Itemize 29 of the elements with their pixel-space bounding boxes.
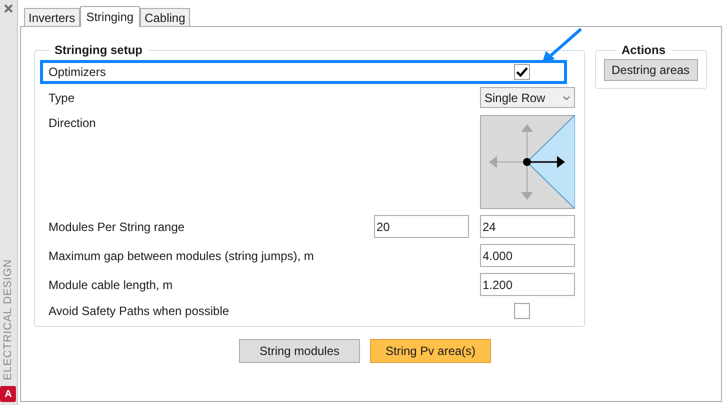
action-button[interactable]: String modules xyxy=(239,339,360,363)
field-label: Direction xyxy=(48,115,96,132)
tab[interactable]: Inverters xyxy=(24,8,80,26)
group-title: Stringing setup xyxy=(54,42,144,59)
field-label: Module cable length, m xyxy=(48,276,174,294)
app-logo: A xyxy=(0,386,16,402)
field-label: Maximum gap between modules (string jumps), m xyxy=(48,248,315,264)
input-field[interactable]: 4.000 xyxy=(480,244,574,267)
destring-button[interactable]: Destring areas xyxy=(604,59,698,81)
checkbox[interactable] xyxy=(514,303,530,319)
group-title: Actions xyxy=(620,42,667,59)
action-button[interactable]: String Pv area(s) xyxy=(370,339,492,363)
dropdown-value: Single Row xyxy=(484,90,546,106)
input-field[interactable]: 24 xyxy=(480,215,574,238)
close-icon[interactable] xyxy=(4,4,13,13)
type-dropdown[interactable]: Single Row xyxy=(480,87,574,108)
field-label: Type xyxy=(48,90,75,106)
direction-picker[interactable] xyxy=(480,115,574,209)
field-label: Avoid Safety Paths when possible xyxy=(48,303,230,320)
tab[interactable]: Stringing xyxy=(80,6,140,27)
field-label: Optimizers xyxy=(48,64,106,81)
input-field[interactable]: 1.200 xyxy=(480,273,574,296)
tab[interactable]: Cabling xyxy=(140,8,190,26)
checkbox[interactable] xyxy=(514,64,530,80)
checkmark-icon xyxy=(516,67,528,77)
panel-title: ELECTRICAL DESIGN xyxy=(1,258,15,380)
chevron-down-icon xyxy=(562,96,570,100)
input-field[interactable]: 20 xyxy=(374,215,468,238)
field-label: Modules Per String range xyxy=(48,218,186,236)
